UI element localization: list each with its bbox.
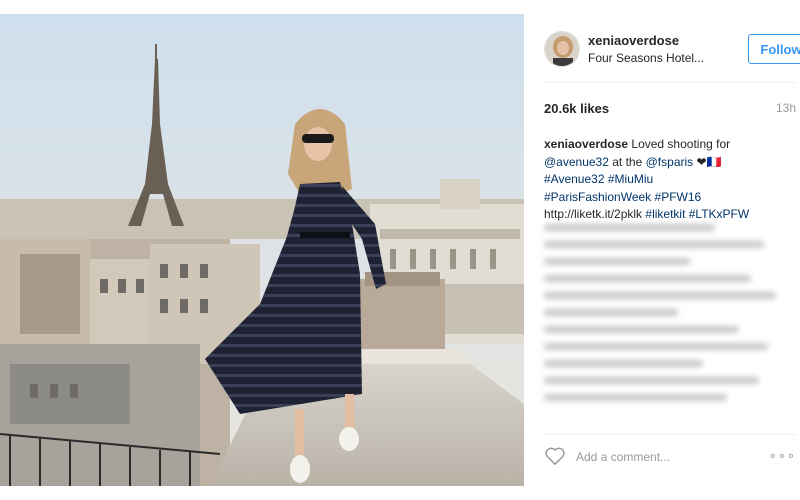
hashtag-link[interactable]: #liketkit	[645, 207, 685, 221]
avatar-image	[545, 32, 579, 66]
post-timestamp[interactable]: 13h	[776, 101, 796, 115]
heart-icon[interactable]	[544, 446, 566, 466]
header-divider	[544, 82, 796, 83]
hashtag-link[interactable]: #ParisFashionWeek	[544, 190, 651, 204]
caption-text: Loved shooting for	[631, 137, 731, 151]
post-header: xeniaoverdose Four Seasons Hotel... Foll…	[544, 30, 800, 70]
post-sidebar: xeniaoverdose Four Seasons Hotel... Foll…	[524, 14, 800, 486]
avatar[interactable]	[544, 31, 580, 67]
post-caption: xeniaoverdose Loved shooting for @avenue…	[544, 136, 796, 224]
mention-link[interactable]: @avenue32	[544, 155, 609, 169]
hashtag-link[interactable]: #LTKxPFW	[689, 207, 749, 221]
external-link[interactable]: http://liketk.it/2pklk	[544, 207, 642, 221]
hashtag-link[interactable]: #PFW16	[655, 190, 702, 204]
instagram-post-frame: xeniaoverdose Four Seasons Hotel... Foll…	[0, 0, 800, 500]
comment-input[interactable]	[576, 448, 756, 466]
comment-divider	[544, 434, 796, 435]
hashtag-link[interactable]: #Avenue32	[544, 172, 605, 186]
username[interactable]: xeniaoverdose	[588, 33, 679, 48]
likes-count[interactable]: 20.6k likes	[544, 101, 609, 116]
blurred-comments	[544, 224, 788, 436]
paris-rooftop-photo	[0, 14, 524, 486]
follow-button[interactable]: Follow	[748, 34, 800, 64]
mention-link[interactable]: @fsparis	[646, 155, 694, 169]
hashtag-link[interactable]: #MiuMiu	[608, 172, 653, 186]
caption-text: at the	[612, 154, 643, 169]
caption-author[interactable]: xeniaoverdose	[544, 137, 628, 151]
more-options-icon[interactable]: ∘∘∘	[769, 448, 796, 464]
comment-bar: ∘∘∘	[544, 444, 800, 474]
location-link[interactable]: Four Seasons Hotel...	[588, 51, 714, 65]
post-photo[interactable]	[0, 14, 524, 486]
caption-emoji: ❤🇫🇷	[696, 154, 722, 169]
